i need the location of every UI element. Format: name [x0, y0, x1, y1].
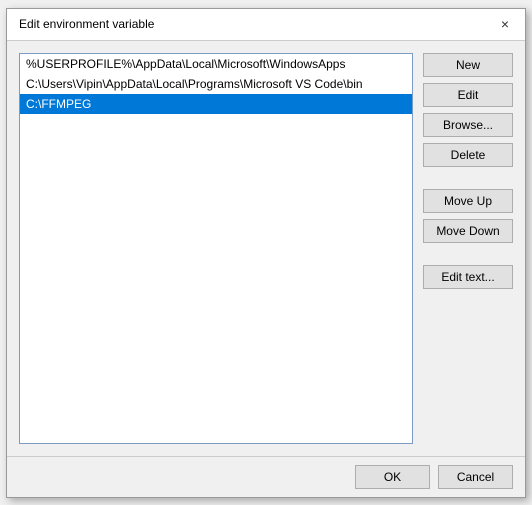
- dialog-footer: OK Cancel: [7, 456, 525, 497]
- close-button[interactable]: ×: [497, 16, 513, 32]
- list-item[interactable]: %USERPROFILE%\AppData\Local\Microsoft\Wi…: [20, 54, 412, 74]
- action-buttons: New Edit Browse... Delete Move Up Move D…: [423, 53, 513, 444]
- edit-text-button[interactable]: Edit text...: [423, 265, 513, 289]
- env-var-list[interactable]: %USERPROFILE%\AppData\Local\Microsoft\Wi…: [19, 53, 413, 444]
- dialog-content: %USERPROFILE%\AppData\Local\Microsoft\Wi…: [7, 41, 525, 456]
- new-button[interactable]: New: [423, 53, 513, 77]
- delete-button[interactable]: Delete: [423, 143, 513, 167]
- browse-button[interactable]: Browse...: [423, 113, 513, 137]
- cancel-button[interactable]: Cancel: [438, 465, 513, 489]
- ok-button[interactable]: OK: [355, 465, 430, 489]
- title-bar: Edit environment variable ×: [7, 9, 525, 41]
- spacer2: [423, 249, 513, 259]
- list-item-selected[interactable]: C:\FFMPEG: [20, 94, 412, 114]
- edit-button[interactable]: Edit: [423, 83, 513, 107]
- spacer1: [423, 173, 513, 183]
- edit-env-var-dialog: Edit environment variable × %USERPROFILE…: [6, 8, 526, 498]
- list-item[interactable]: C:\Users\Vipin\AppData\Local\Programs\Mi…: [20, 74, 412, 94]
- dialog-title: Edit environment variable: [19, 17, 154, 31]
- move-down-button[interactable]: Move Down: [423, 219, 513, 243]
- move-up-button[interactable]: Move Up: [423, 189, 513, 213]
